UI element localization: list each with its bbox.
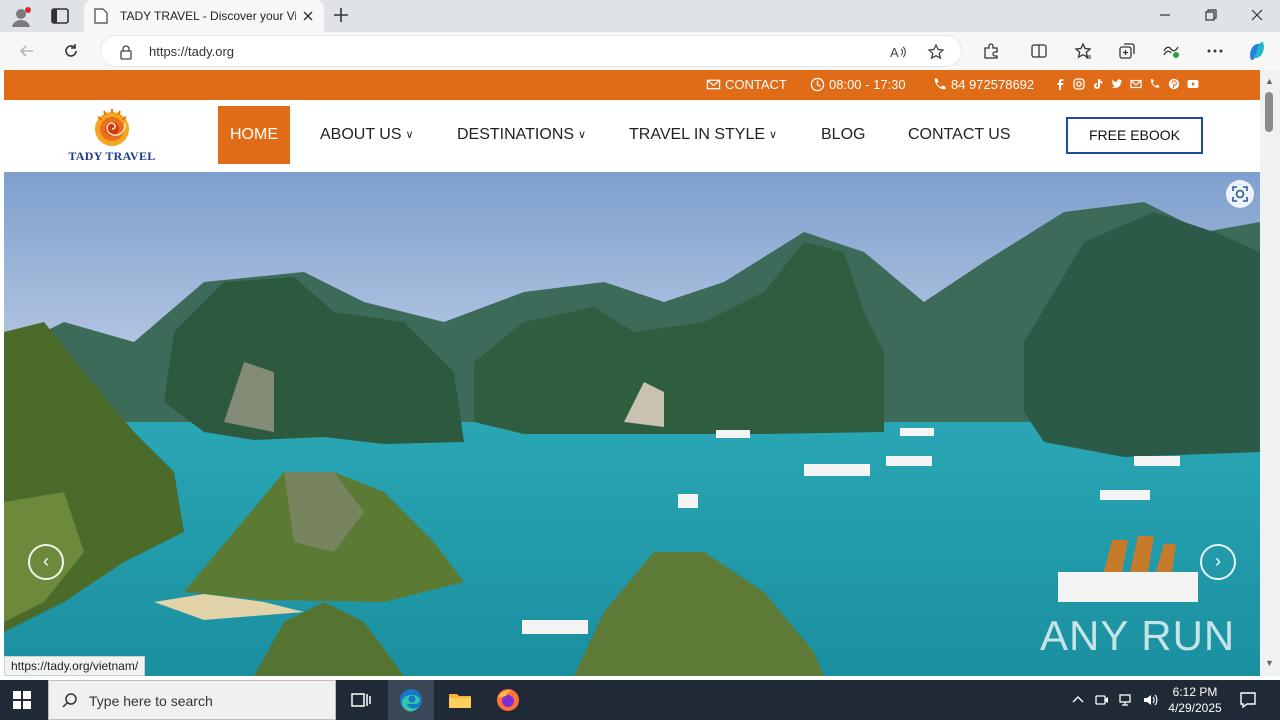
envelope-icon	[706, 79, 721, 90]
site-topbar: CONTACT 08:00 - 17:30 84 972578692	[4, 70, 1260, 100]
network-icon[interactable]	[1118, 692, 1134, 708]
hero-slider: ‹ › ANY RUN	[4, 172, 1260, 676]
clock-time: 6:12 PM	[1172, 685, 1218, 699]
search-placeholder: Type here to search	[89, 693, 213, 709]
visual-search-icon[interactable]	[1226, 180, 1254, 208]
topbar-phone-link[interactable]: 84 972578692	[932, 77, 1034, 92]
slider-next-button[interactable]: ›	[1200, 544, 1236, 580]
nav-contact-us[interactable]: CONTACT US	[908, 106, 1011, 164]
extensions-icon[interactable]	[982, 42, 1000, 60]
instagram-icon[interactable]	[1073, 78, 1085, 90]
nav-blog[interactable]: BLOG	[821, 106, 865, 164]
show-hidden-icons[interactable]	[1070, 692, 1086, 708]
youtube-icon[interactable]	[1187, 78, 1199, 90]
lock-icon[interactable]	[119, 44, 133, 60]
windows-start-icon[interactable]	[12, 690, 32, 710]
scrollbar-thumb[interactable]	[1265, 92, 1273, 132]
page-viewport: CONTACT 08:00 - 17:30 84 972578692 TADY …	[4, 70, 1260, 676]
browser-tab-active[interactable]: TADY TRAVEL - Discover your Vie	[84, 0, 324, 32]
chevron-left-icon: ‹	[43, 551, 49, 571]
favorites-icon[interactable]	[1074, 42, 1092, 60]
facebook-icon[interactable]	[1054, 78, 1066, 90]
clock-date: 4/29/2025	[1168, 701, 1222, 715]
tab-title: TADY TRAVEL - Discover your Vie	[120, 9, 296, 23]
topbar-phone-label: 84 972578692	[951, 77, 1035, 92]
nav-blog-label: BLOG	[821, 126, 866, 143]
file-explorer-icon[interactable]	[446, 686, 474, 714]
spiral-shell-logo-icon	[95, 109, 129, 146]
clock-icon	[810, 77, 825, 92]
twitter-icon[interactable]	[1111, 78, 1123, 90]
free-ebook-button[interactable]: FREE EBOOK	[1066, 117, 1203, 154]
svg-text:A: A	[890, 45, 899, 60]
copilot-icon[interactable]	[1246, 40, 1268, 62]
page-icon	[94, 8, 108, 24]
pinterest-icon[interactable]	[1168, 78, 1180, 90]
topbar-contact-label: CONTACT	[725, 77, 787, 92]
collections-icon[interactable]	[1118, 42, 1136, 60]
close-tab-icon[interactable]	[300, 8, 316, 24]
scroll-down-icon[interactable]: ▼	[1265, 658, 1274, 668]
nav-about-label: ABOUT US	[320, 126, 402, 144]
back-icon[interactable]	[18, 42, 36, 60]
nav-about-us[interactable]: ABOUT US ∨	[320, 106, 414, 164]
site-navbar: TADY TRAVEL HOME ABOUT US ∨ DESTINATIONS ∨…	[4, 100, 1260, 172]
restore-icon[interactable]	[1202, 6, 1220, 24]
tab-actions-icon[interactable]	[50, 6, 72, 26]
chevron-down-icon: ∨	[578, 129, 587, 141]
split-screen-icon[interactable]	[1030, 42, 1048, 60]
profile-icon[interactable]	[10, 6, 32, 28]
browser-essentials-icon[interactable]	[1162, 42, 1180, 60]
site-logo[interactable]: TADY TRAVEL	[60, 105, 164, 165]
nav-contact-label: CONTACT US	[908, 126, 1011, 143]
chevron-down-icon: ∨	[769, 129, 778, 141]
topbar-contact-link[interactable]: CONTACT	[706, 77, 787, 92]
nav-home[interactable]: HOME	[218, 106, 290, 164]
status-bar-url: https://tady.org/vietnam/	[4, 656, 146, 676]
scroll-up-icon[interactable]: ▲	[1265, 76, 1274, 86]
nav-travel-in-style[interactable]: TRAVEL IN STYLE ∨	[629, 106, 777, 164]
nav-home-label: HOME	[230, 126, 278, 143]
url-text[interactable]: https://tady.org	[149, 44, 234, 59]
browser-tab-strip: TADY TRAVEL - Discover your Vie	[0, 0, 1280, 32]
logo-text: TADY TRAVEL	[68, 149, 156, 163]
volume-icon[interactable]	[1142, 692, 1158, 708]
minimize-icon[interactable]	[1156, 6, 1174, 24]
topbar-hours: 08:00 - 17:30	[810, 77, 906, 92]
slider-prev-button[interactable]: ‹	[28, 544, 64, 580]
chevron-right-icon: ›	[1215, 551, 1221, 571]
topbar-hours-label: 08:00 - 17:30	[829, 77, 906, 92]
tiktok-icon[interactable]	[1092, 78, 1104, 90]
edge-browser-icon[interactable]	[397, 686, 425, 714]
email-icon[interactable]	[1130, 78, 1142, 90]
ha-long-bay-image	[4, 172, 1260, 676]
chevron-down-icon: ∨	[405, 129, 414, 141]
search-icon	[61, 692, 79, 710]
favorite-star-icon[interactable]	[927, 43, 945, 61]
page-scrollbar[interactable]: ▲ ▼	[1260, 70, 1280, 676]
browser-toolbar: https://tady.org A	[0, 32, 1280, 70]
nav-destinations[interactable]: DESTINATIONS ∨	[457, 106, 586, 164]
close-window-icon[interactable]	[1248, 6, 1266, 24]
task-view-icon[interactable]	[346, 686, 374, 714]
anyrun-watermark: ANY RUN	[1040, 612, 1236, 659]
nav-travel-in-style-label: TRAVEL IN STYLE	[629, 126, 766, 144]
new-tab-icon[interactable]	[332, 6, 350, 24]
call-icon[interactable]	[1149, 78, 1161, 90]
refresh-icon[interactable]	[62, 42, 80, 60]
meet-now-icon[interactable]	[1094, 692, 1110, 708]
firefox-icon[interactable]	[494, 686, 522, 714]
taskbar-search-box[interactable]: Type here to search	[48, 680, 336, 720]
phone-icon	[934, 78, 946, 90]
notifications-icon[interactable]	[1238, 690, 1258, 710]
read-aloud-icon[interactable]: A	[889, 43, 907, 61]
social-icons	[1054, 78, 1199, 90]
nav-destinations-label: DESTINATIONS	[457, 126, 575, 144]
address-bar[interactable]: https://tady.org A	[100, 35, 962, 67]
more-options-icon[interactable]	[1206, 42, 1224, 60]
windows-taskbar: Type here to search 6:12 PM 4/29/2025	[0, 680, 1280, 720]
taskbar-clock[interactable]: 6:12 PM 4/29/2025	[1160, 684, 1230, 716]
